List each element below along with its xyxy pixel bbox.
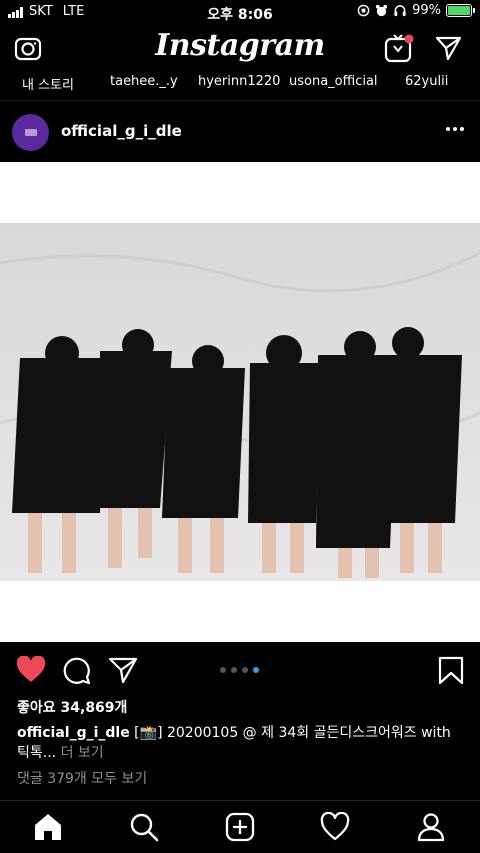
igtv-icon[interactable] — [384, 32, 414, 64]
likes-count[interactable]: 좋아요 34,869개 — [17, 697, 127, 717]
carousel-dot — [242, 667, 248, 673]
battery-percent: 99% — [412, 3, 441, 18]
carousel-dot — [253, 667, 259, 673]
battery-icon — [446, 4, 475, 17]
share-icon[interactable] — [108, 656, 138, 684]
search-icon[interactable] — [129, 812, 159, 842]
headphones-icon — [394, 5, 406, 17]
like-heart-icon[interactable] — [16, 656, 46, 684]
carousel-dot — [220, 667, 226, 673]
story-label[interactable]: taehee._.y — [110, 74, 178, 89]
comment-icon[interactable] — [62, 656, 92, 684]
bottom-nav — [0, 800, 480, 853]
story-label[interactable]: 62yulii — [405, 74, 448, 89]
avatar[interactable] — [12, 114, 49, 151]
orientation-lock-icon — [357, 4, 370, 17]
story-label[interactable]: hyerinn1220 — [198, 74, 280, 89]
save-bookmark-icon[interactable] — [436, 656, 466, 684]
view-all-comments[interactable]: 댓글 379개 모두 보기 — [17, 768, 147, 788]
more-options-icon[interactable] — [446, 127, 464, 131]
status-right: 99% — [357, 3, 475, 18]
group-photo — [0, 223, 480, 581]
alarm-icon — [376, 4, 388, 17]
new-post-icon[interactable] — [225, 812, 255, 842]
post-username[interactable]: official_g_i_dle — [61, 122, 182, 140]
top-header: Instagram — [0, 24, 480, 74]
post-actions — [0, 642, 480, 694]
carousel-indicator — [220, 667, 259, 673]
activity-icon[interactable] — [320, 812, 350, 842]
story-label[interactable]: usona_official — [289, 74, 378, 89]
post-caption: official_g_i_dle [📸] 20200105 @ 제 34회 골든… — [17, 723, 467, 763]
caption-username[interactable]: official_g_i_dle — [17, 725, 130, 741]
profile-icon[interactable] — [416, 812, 446, 842]
status-bar: SKT LTE 오후 8:06 99% — [0, 0, 480, 24]
carousel-dot — [231, 667, 237, 673]
post-media[interactable] — [0, 162, 480, 642]
igtv-badge — [404, 34, 414, 44]
story-label-my-story[interactable]: 내 스토리 — [22, 74, 74, 93]
post-header: official_g_i_dle — [0, 100, 480, 162]
home-icon[interactable] — [33, 812, 63, 842]
direct-message-icon[interactable] — [434, 34, 462, 62]
stories-row: 내 스토리 taehee._.y hyerinn1220 usona_offic… — [0, 70, 480, 96]
caption-more-link[interactable]: 더 보기 — [61, 745, 104, 761]
